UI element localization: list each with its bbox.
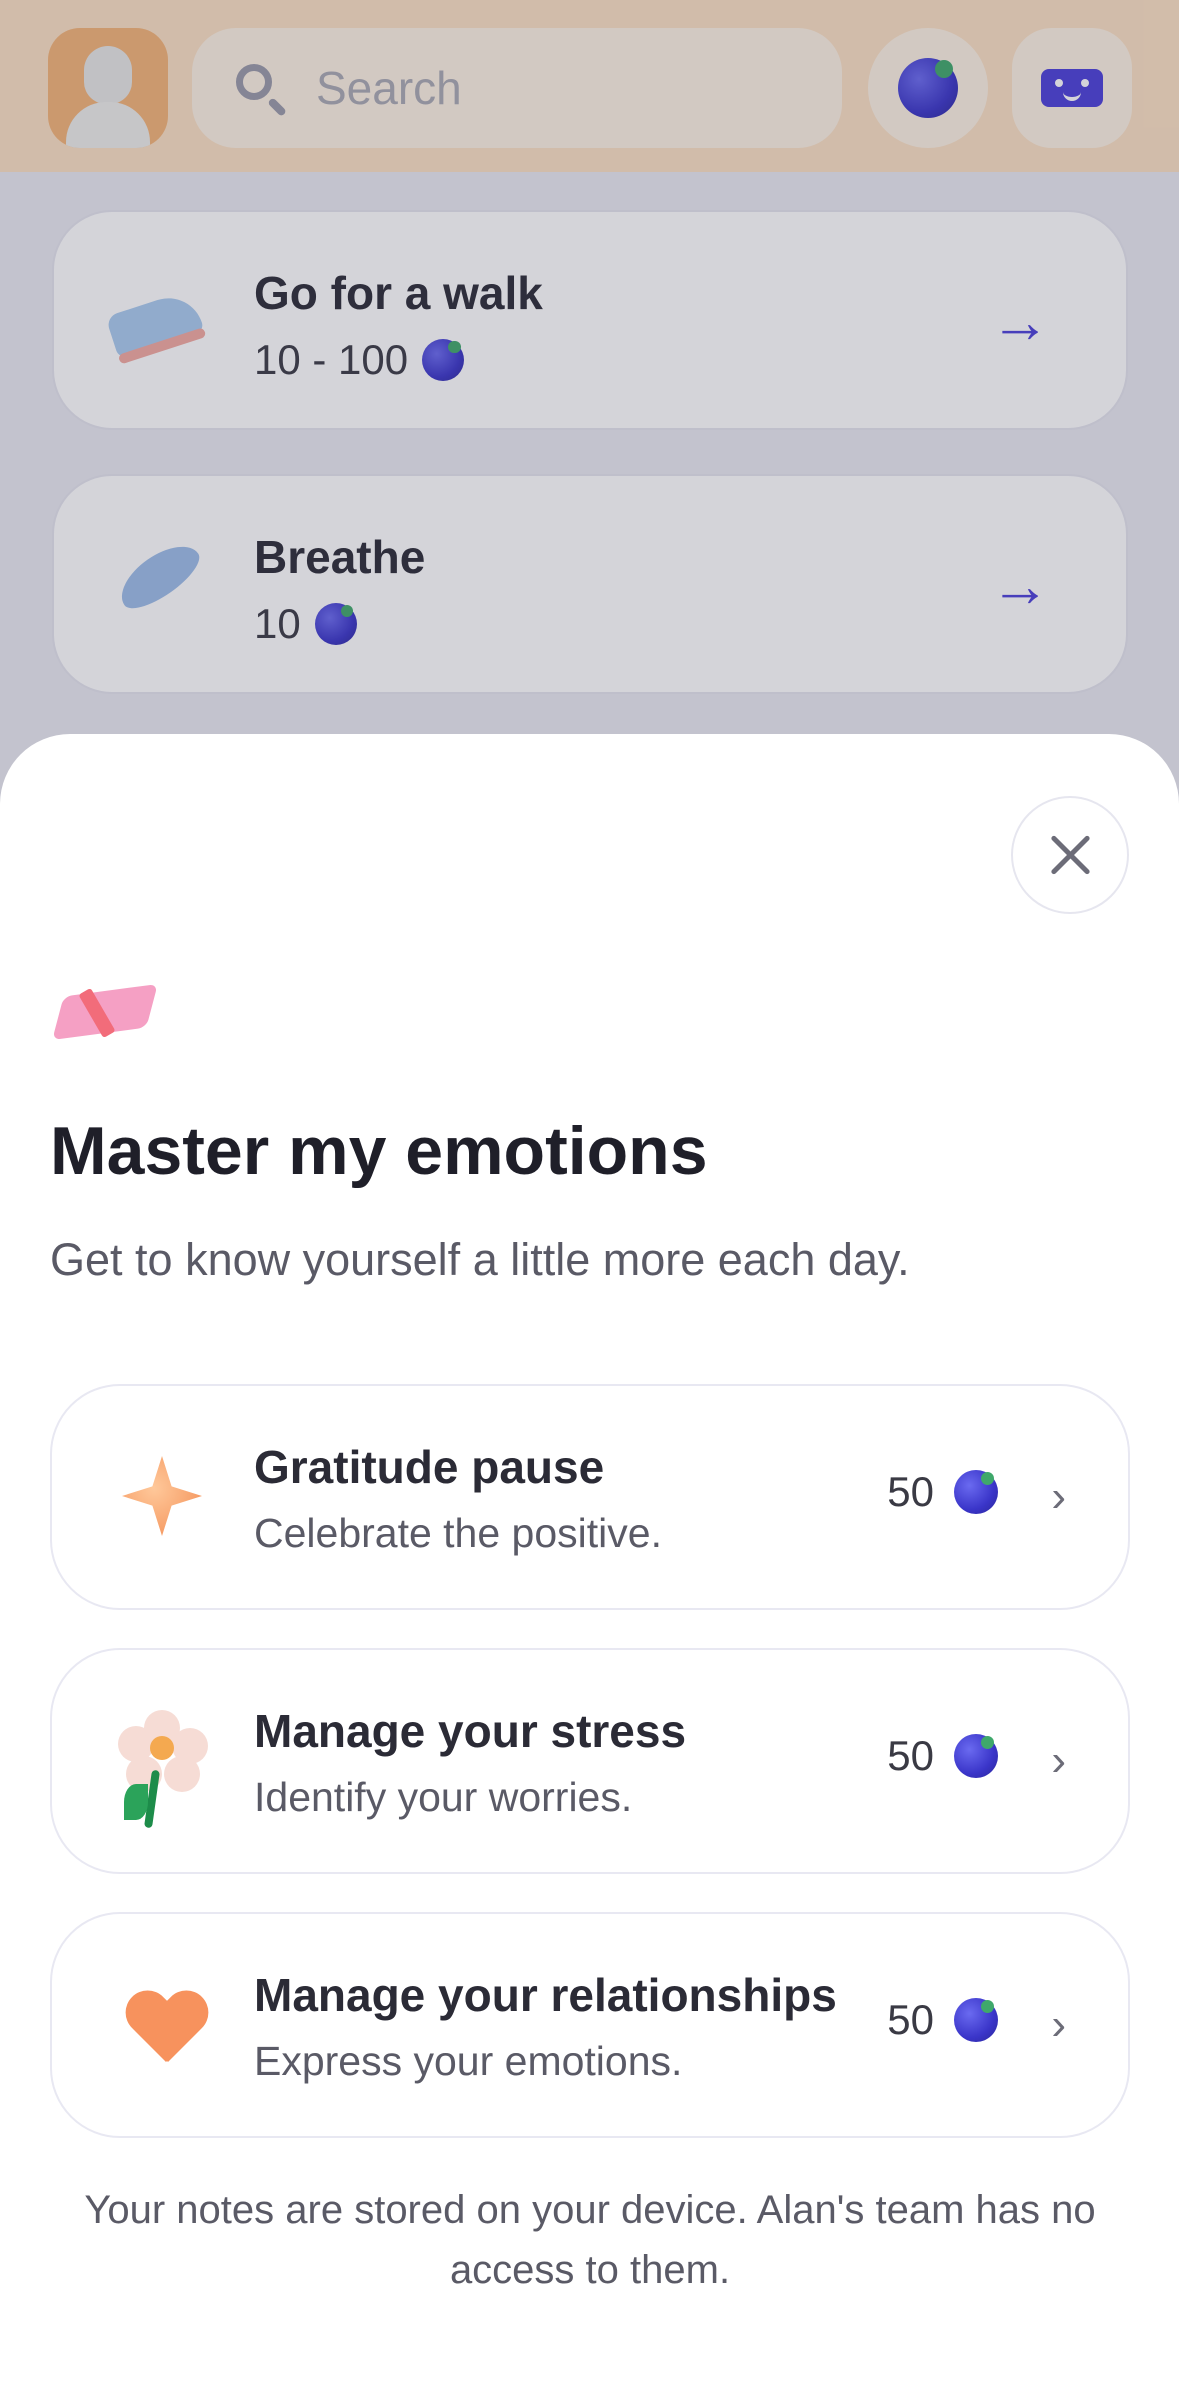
sparkle-icon xyxy=(112,1446,212,1546)
item-description: Identify your worries. xyxy=(254,1774,633,1820)
chevron-right-icon: › xyxy=(1051,1736,1066,1785)
screen: Search Go for a walk 10 - 100 → Breathe … xyxy=(0,0,1179,2396)
notebook-icon xyxy=(52,983,158,1044)
list-item-manage-stress[interactable]: Manage your stress Identify your worries… xyxy=(50,1648,1130,1874)
list-item-manage-relationships[interactable]: Manage your relationships Express your e… xyxy=(50,1912,1130,2138)
chevron-right-icon: › xyxy=(1051,2000,1066,2049)
heart-icon xyxy=(112,1974,212,2074)
points-value: 50 xyxy=(887,1732,934,1779)
item-points: 50 xyxy=(887,1468,998,1516)
item-title: Manage your stress xyxy=(254,1705,687,1757)
berry-icon xyxy=(954,1734,998,1778)
privacy-note: Your notes are stored on your device. Al… xyxy=(84,2188,1096,2292)
chevron-right-icon: › xyxy=(1051,1472,1066,1521)
item-description: Celebrate the positive. xyxy=(254,1510,662,1556)
berry-icon xyxy=(954,1998,998,2042)
item-title: Manage your relationships xyxy=(254,1969,837,2021)
sheet-title: Master my emotions xyxy=(50,1113,708,1189)
berry-icon xyxy=(954,1470,998,1514)
item-points: 50 xyxy=(887,1732,998,1780)
points-value: 50 xyxy=(887,1468,934,1515)
item-description: Express your emotions. xyxy=(254,2038,683,2084)
sheet-subtitle: Get to know yourself a little more each … xyxy=(50,1234,910,1285)
item-title: Gratitude pause xyxy=(254,1441,605,1493)
flower-icon xyxy=(112,1710,212,1829)
close-button[interactable] xyxy=(1011,796,1129,914)
points-value: 50 xyxy=(887,1996,934,2043)
item-points: 50 xyxy=(887,1996,998,2044)
bottom-sheet: Master my emotions Get to know yourself … xyxy=(0,734,1179,2396)
list-item-gratitude-pause[interactable]: Gratitude pause Celebrate the positive. … xyxy=(50,1384,1130,1610)
close-icon xyxy=(1050,835,1090,875)
